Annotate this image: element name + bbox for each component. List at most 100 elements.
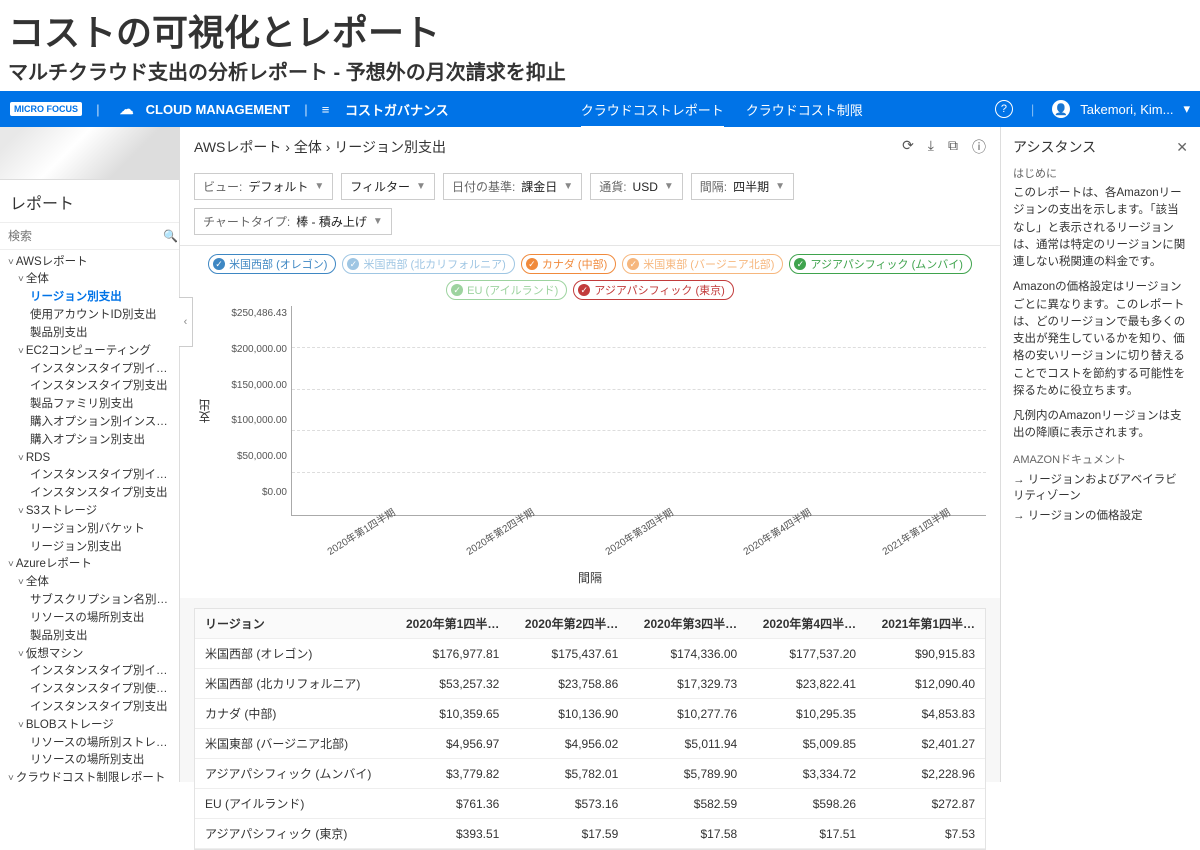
tree-node[interactable]: 製品別支出	[4, 325, 175, 343]
table-row[interactable]: 米国東部 (バージニア北部)$4,956.97$4,956.02$5,011.9…	[195, 729, 985, 759]
legend-item[interactable]: ✓米国西部 (北カリフォルニア)	[342, 254, 514, 274]
legend-item[interactable]: ✓カナダ (中部)	[521, 254, 616, 274]
brand: MICRO FOCUS | ☁ CLOUD MANAGEMENT | ≡ コスト…	[10, 100, 449, 119]
thumbnail-strip	[0, 127, 179, 180]
tree-node[interactable]: AWSレポート	[4, 254, 175, 272]
tree-node[interactable]: 製品ファミリ別支出	[4, 396, 175, 414]
table-row[interactable]: EU (アイルランド)$761.36$573.16$582.59$598.26$…	[195, 789, 985, 819]
left-sidebar: レポート 🔍 AWSレポート全体リージョン別支出使用アカウントID別支出製品別支…	[0, 127, 180, 782]
legend-item[interactable]: ✓EU (アイルランド)	[446, 280, 567, 300]
chart-legend: ✓米国西部 (オレゴン) ✓米国西部 (北カリフォルニア) ✓カナダ (中部) ✓米国…	[194, 252, 986, 306]
tree-node[interactable]: インスタンスタイプ別支出	[4, 378, 175, 396]
assist-panel: アシスタンス ✕ はじめに このレポートは、各Amazonリージョンの支出を示し…	[1000, 127, 1200, 782]
charttype-dropdown[interactable]: チャートタイプ:棒 - 積み上げ▼	[194, 208, 392, 235]
assist-link-2[interactable]: リージョンの価格設定	[1013, 507, 1188, 523]
assist-intro-label: はじめに	[1013, 165, 1188, 181]
tree-node[interactable]: インスタンスタイプ別支出	[4, 485, 175, 503]
tree-node[interactable]: インスタンスタイプ別インス	[4, 467, 175, 485]
sidebar-title: レポート	[0, 180, 179, 223]
search-input[interactable]	[8, 229, 163, 243]
tree-node[interactable]: クラウドコスト制限レポート	[4, 770, 175, 782]
table-header[interactable]: 2020年第3四半…	[628, 609, 747, 639]
breadcrumb-1[interactable]: AWSレポート	[194, 137, 281, 157]
cloud-icon: ☁	[120, 101, 134, 118]
sidebar-collapse-button[interactable]: ‹	[179, 297, 193, 347]
tree-node[interactable]: リソースの場所別ストレージ	[4, 735, 175, 753]
hamburger-icon[interactable]: ≡	[322, 102, 330, 117]
tree-node[interactable]: BLOBストレージ	[4, 717, 175, 735]
copy-icon[interactable]: ⧉	[948, 137, 958, 157]
tree-node[interactable]: サブスクリプション名別支出	[4, 592, 175, 610]
user-name[interactable]: Takemori, Kim...	[1080, 102, 1173, 117]
tree-node[interactable]: インスタンスタイプ別インス	[4, 663, 175, 681]
table-header[interactable]: 2020年第4四半…	[747, 609, 866, 639]
chart-panel: ✓米国西部 (オレゴン) ✓米国西部 (北カリフォルニア) ✓カナダ (中部) ✓米国…	[180, 246, 1000, 598]
help-icon[interactable]: ?	[995, 100, 1013, 118]
report-tree: AWSレポート全体リージョン別支出使用アカウントID別支出製品別支出EC2コンピ…	[0, 250, 179, 782]
assist-link-1[interactable]: リージョンおよびアベイラビリティゾーン	[1013, 471, 1188, 503]
download-icon[interactable]: ⤓	[928, 137, 934, 157]
breadcrumb-3: リージョン別支出	[334, 137, 446, 157]
avatar-icon[interactable]: 👤	[1052, 100, 1070, 118]
tree-node[interactable]: 全体	[4, 574, 175, 592]
tree-node[interactable]: EC2コンピューティング	[4, 343, 175, 361]
product-name: CLOUD MANAGEMENT	[146, 102, 290, 117]
y-axis-ticks: $250,486.43$200,000.00$150,000.00$100,00…	[219, 306, 291, 516]
table-row[interactable]: カナダ (中部)$10,359.65$10,136.90$10,277.76$1…	[195, 699, 985, 729]
assist-title: アシスタンス	[1013, 137, 1096, 157]
main-panel: ‹ AWSレポート › 全体 › リージョン別支出 ⟳ ⤓ ⧉ ⓘ ビュー:デフ…	[180, 127, 1000, 782]
refresh-icon[interactable]: ⟳	[902, 137, 914, 157]
tree-node[interactable]: 全体	[4, 271, 175, 289]
datebasis-dropdown[interactable]: 日付の基準:課金日▼	[443, 173, 582, 200]
table-row[interactable]: アジアパシフィック (ムンバイ)$3,779.82$5,782.01$5,789…	[195, 759, 985, 789]
x-axis-ticks: 2020年第1四半期2020年第2四半期2020年第3四半期2020年第4四半期…	[194, 516, 986, 541]
tree-node[interactable]: 使用アカウントID別支出	[4, 307, 175, 325]
table-header[interactable]: 2020年第1四半…	[390, 609, 509, 639]
tree-node[interactable]: 購入オプション別インスタン	[4, 414, 175, 432]
tree-node[interactable]: 製品別支出	[4, 628, 175, 646]
nav-tab[interactable]: クラウドコスト制限	[746, 92, 863, 127]
table-row[interactable]: 米国西部 (オレゴン)$176,977.81$175,437.61$174,33…	[195, 639, 985, 669]
tree-node[interactable]: S3ストレージ	[4, 503, 175, 521]
assist-p2: Amazonの価格設定はリージョンごとに異なります。このレポートは、どのリージョ…	[1013, 279, 1188, 400]
tree-node[interactable]: 購入オプション別支出	[4, 432, 175, 450]
table-header[interactable]: 2020年第2四半…	[509, 609, 628, 639]
page-title: コストの可視化とレポート	[0, 0, 1200, 56]
table-header[interactable]: 2021年第1四半…	[866, 609, 985, 639]
page-subtitle: マルチクラウド支出の分析レポート - 予想外の月次請求を抑止	[0, 56, 1200, 91]
close-icon[interactable]: ✕	[1176, 139, 1188, 156]
tree-node[interactable]: インスタンスタイプ別支出	[4, 699, 175, 717]
tree-node[interactable]: リージョン別支出	[4, 539, 175, 557]
tree-node[interactable]: リージョン別支出	[4, 289, 175, 307]
tree-node[interactable]: リソースの場所別支出	[4, 752, 175, 770]
table-header[interactable]: リージョン	[195, 609, 390, 639]
y-axis-title: 支出	[194, 399, 219, 423]
nav-tab[interactable]: クラウドコストレポート	[581, 92, 724, 127]
assist-p1: このレポートは、各Amazonリージョンの支出を示します。「該当なし」と表示され…	[1013, 185, 1188, 271]
legend-item[interactable]: ✓アジアパシフィック (ムンバイ)	[789, 254, 972, 274]
tree-node[interactable]: Azureレポート	[4, 556, 175, 574]
breadcrumb-2[interactable]: 全体	[294, 137, 322, 157]
chart-plot	[291, 306, 986, 516]
filter-dropdown[interactable]: フィルター▼	[341, 173, 435, 200]
tree-node[interactable]: リソースの場所別支出	[4, 610, 175, 628]
table-row[interactable]: 米国西部 (北カリフォルニア)$53,257.32$23,758.86$17,3…	[195, 669, 985, 699]
tree-node[interactable]: インスタンスタイプ別インス	[4, 361, 175, 379]
chevron-down-icon[interactable]: ▾	[1183, 101, 1190, 117]
interval-dropdown[interactable]: 間隔:四半期▼	[691, 173, 794, 200]
legend-item[interactable]: ✓米国東部 (バージニア北部)	[622, 254, 783, 274]
tree-node[interactable]: インスタンスタイプ別使用量	[4, 681, 175, 699]
search-icon[interactable]: 🔍	[163, 229, 178, 243]
tree-node[interactable]: リージョン別バケット	[4, 521, 175, 539]
tree-node[interactable]: 仮想マシン	[4, 646, 175, 664]
assist-docs-label: AMAZONドキュメント	[1013, 451, 1188, 467]
legend-item[interactable]: ✓米国西部 (オレゴン)	[208, 254, 336, 274]
table-row[interactable]: アジアパシフィック (東京)$393.51$17.59$17.58$17.51$…	[195, 819, 985, 849]
filter-bar: ビュー:デフォルト▼ フィルター▼ 日付の基準:課金日▼ 通貨:USD▼ 間隔:…	[180, 167, 1000, 246]
currency-dropdown[interactable]: 通貨:USD▼	[590, 173, 683, 200]
tree-node[interactable]: RDS	[4, 450, 175, 468]
module-name: コストガバナンス	[345, 100, 449, 119]
info-icon[interactable]: ⓘ	[972, 137, 986, 157]
legend-item[interactable]: ✓アジアパシフィック (東京)	[573, 280, 734, 300]
view-dropdown[interactable]: ビュー:デフォルト▼	[194, 173, 333, 200]
